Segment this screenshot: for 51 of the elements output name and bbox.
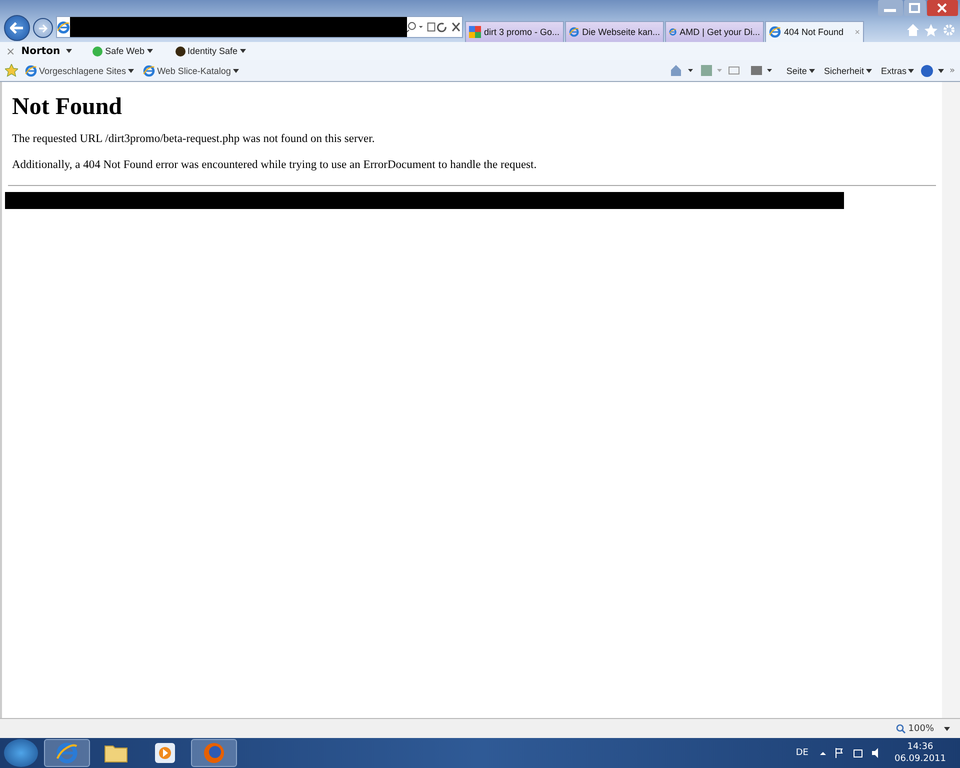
more-button[interactable]: »	[949, 66, 955, 76]
browser-tab[interactable]: dirt 3 promo - Go...	[465, 21, 564, 42]
favorites-star-icon[interactable]	[5, 64, 18, 77]
command-menu-button[interactable]: Sicherheit	[822, 66, 874, 76]
page-heading: Not Found	[12, 94, 124, 121]
command-menu-button[interactable]: Extras	[878, 66, 916, 76]
ie-icon	[769, 26, 781, 38]
back-button[interactable]	[4, 15, 30, 41]
favorites-link[interactable]: Vorgeschlagene Sites	[23, 64, 136, 76]
ie-icon	[569, 26, 580, 38]
zoom-icon	[896, 724, 906, 734]
command-menu-button[interactable]: Seite	[784, 66, 817, 76]
zoom-level[interactable]: 100%	[908, 724, 934, 734]
favorites-link[interactable]: Web Slice-Katalog	[141, 64, 241, 76]
norton-brand[interactable]: Norton	[21, 46, 60, 56]
firefox-icon	[203, 742, 225, 764]
back-arrow-icon	[10, 22, 24, 34]
caret-icon	[944, 726, 950, 730]
ie-icon	[669, 26, 677, 38]
ie-icon	[57, 20, 70, 34]
media-player-icon	[155, 743, 175, 763]
language-indicator[interactable]: DE	[796, 748, 808, 758]
error-message: Additionally, a 404 Not Found error was encountered while trying to use an ErrorDocument to handle the request.	[12, 159, 538, 171]
ie-icon	[25, 64, 37, 76]
forward-button[interactable]	[33, 18, 53, 38]
caret-icon	[66, 49, 72, 53]
caret-icon	[146, 49, 153, 53]
caret-icon	[866, 68, 872, 72]
window-controls-icon[interactable]	[878, 0, 958, 18]
browser-tab[interactable]: AMD | Get your Di...	[665, 21, 764, 42]
start-button[interactable]	[4, 739, 38, 767]
caret-icon	[808, 68, 815, 72]
norton-menu-button[interactable]: Identity Safe	[172, 46, 248, 56]
folder-icon	[104, 743, 128, 763]
caret-icon	[232, 68, 239, 72]
error-message: The requested URL /dirt3promo/beta-request.php was not found on this server.	[12, 133, 376, 145]
browser-tab[interactable]: 404 Not Found ×	[765, 21, 864, 42]
caret-icon	[938, 68, 944, 72]
address-field[interactable]	[56, 16, 463, 38]
google-icon	[469, 26, 481, 38]
norton-menu-button[interactable]: Safe Web	[90, 46, 155, 56]
browser-tab[interactable]: Die Webseite kan...	[565, 21, 664, 42]
caret-icon	[908, 68, 914, 72]
address-tools-icon	[406, 21, 462, 33]
home-star-gear-icon[interactable]	[906, 23, 956, 37]
forward-arrow-icon	[38, 24, 48, 32]
ie-icon	[143, 64, 156, 76]
clock[interactable]: 14:36 06.09.2011	[894, 741, 946, 765]
ie-icon	[56, 742, 78, 764]
caret-icon	[240, 49, 246, 53]
caret-icon	[128, 68, 134, 72]
